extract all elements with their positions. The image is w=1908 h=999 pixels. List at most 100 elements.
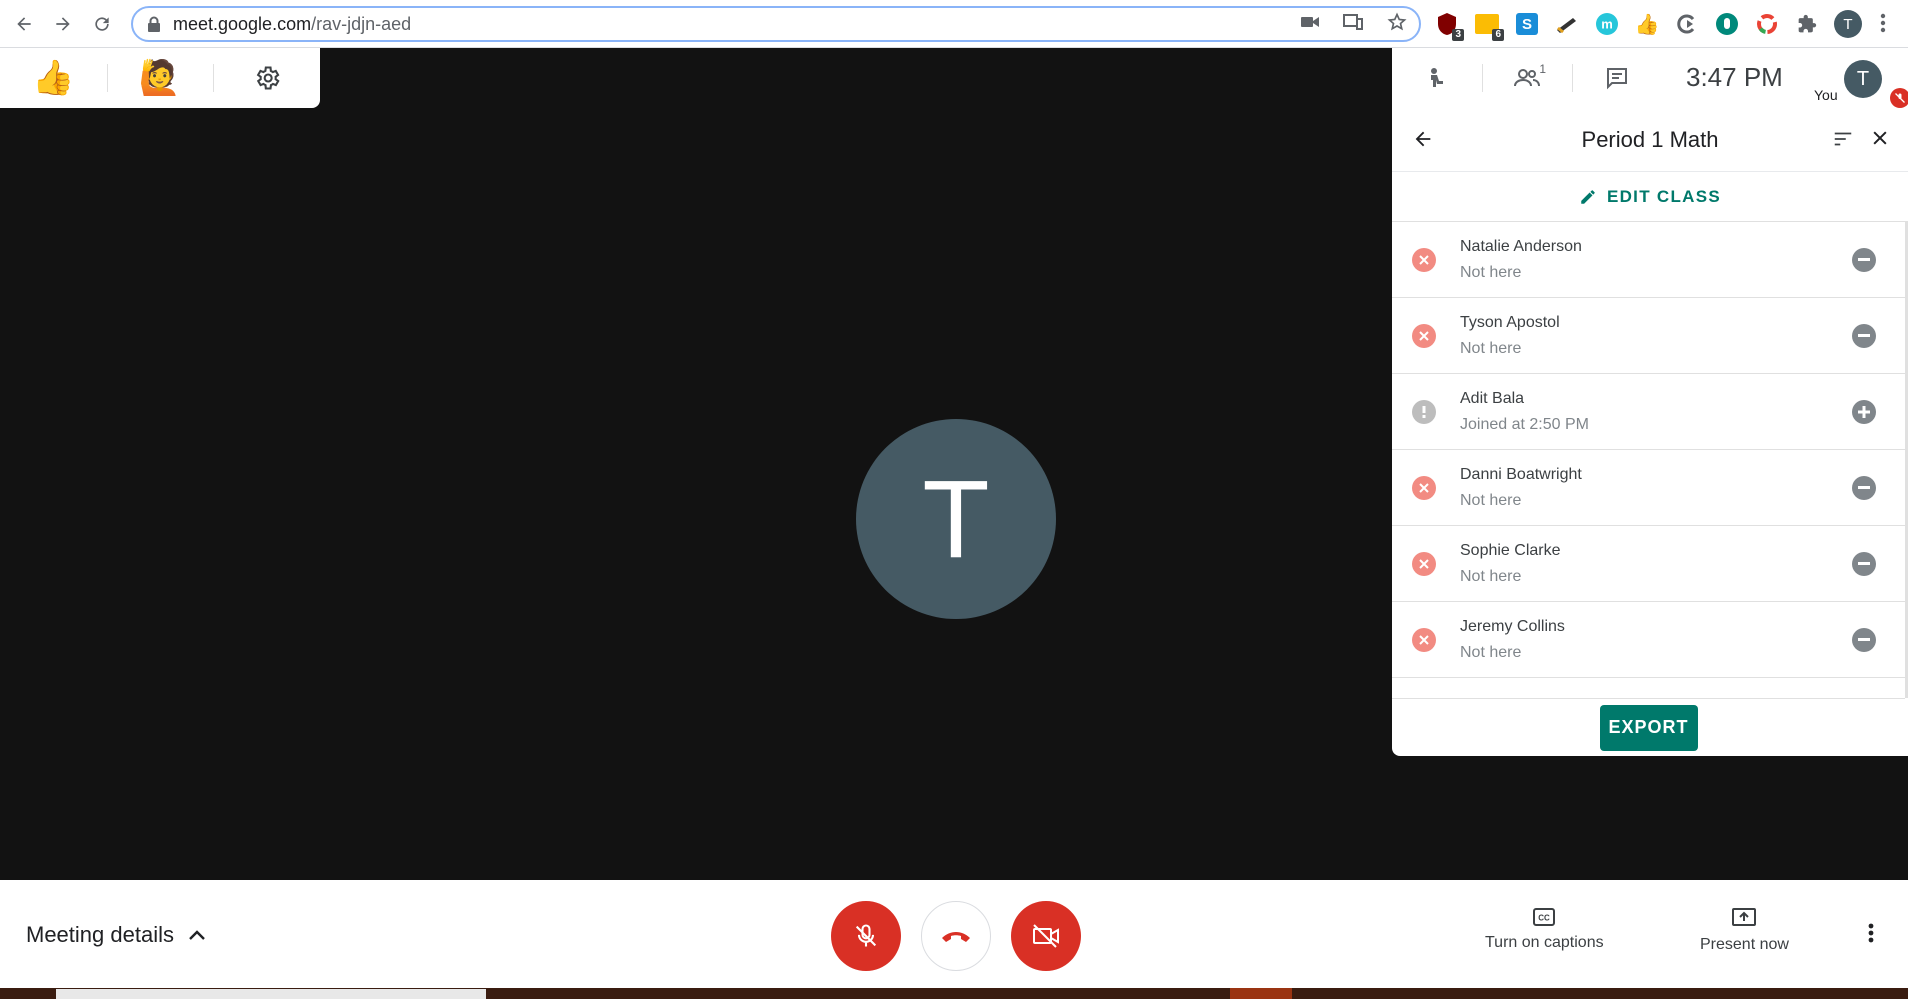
forward-button[interactable] [48,9,78,39]
url-path: /rav-jdjn-aed [311,13,412,34]
ring-extension[interactable] [1752,9,1782,39]
browser-menu-button[interactable] [1880,12,1886,39]
captions-label: Turn on captions [1485,934,1604,951]
remove-student-button[interactable] [1852,552,1876,576]
m-logo-icon: m [1596,13,1618,35]
thumbs-extension[interactable]: 👍 [1632,9,1662,39]
leave-call-button[interactable] [921,901,991,971]
attendance-icon [1431,68,1443,87]
clock: 3:47 PM [1686,62,1783,92]
people-button[interactable]: 1 [1482,48,1572,108]
settings-button[interactable] [213,48,320,108]
puzzle-icon [1798,14,1817,33]
os-taskbar [0,988,1908,999]
hang-up-icon [942,932,970,942]
raise-hand-icon: 🙋 [138,59,182,97]
class-title: Period 1 Math [1581,127,1719,152]
student-status: Joined at 2:50 PM [1460,416,1589,433]
meeting-details-button[interactable]: Meeting details [26,922,206,948]
self-muted-indicator [1890,88,1908,108]
absent-status-icon [1412,628,1436,652]
bookmark-star-icon[interactable] [1387,11,1407,37]
sort-button[interactable] [1832,128,1854,155]
minus-icon [1858,638,1870,641]
student-status: Not here [1460,340,1522,357]
ext-badge: 3 [1452,29,1464,41]
student-row: Natalie Anderson Not here [1392,222,1905,298]
reload-button[interactable] [87,9,117,39]
present-label: Present now [1700,936,1789,953]
student-name: Jeremy Collins [1460,618,1565,635]
student-row: Danni Boatwright Not here [1392,450,1905,526]
student-row: Tyson Apostol Not here [1392,298,1905,374]
student-row: Jeremy Collins Not here [1392,602,1905,678]
taskbar-app-segment[interactable] [1230,988,1292,999]
export-footer: EXPORT [1392,698,1905,756]
self-avatar[interactable]: T [1844,60,1882,98]
back-button[interactable] [9,9,39,39]
chevron-up-icon [189,930,205,940]
present-now-button[interactable]: Present now [1700,908,1789,954]
thumbs-up-button[interactable]: 👍 [0,48,107,108]
ublock-extension[interactable]: 3 [1432,9,1464,41]
loop-extension[interactable] [1672,9,1702,39]
participant-count: 1 [1539,62,1546,76]
extensions-menu[interactable] [1792,9,1822,39]
s-extension[interactable]: S [1512,9,1542,39]
minus-icon [1858,486,1870,489]
remove-student-button[interactable] [1852,476,1876,500]
address-bar[interactable]: meet.google.com/rav-jdjn-aed [131,6,1421,42]
cast-icon[interactable] [1343,13,1363,35]
raise-hand-button[interactable]: 🙋 [106,48,214,108]
add-student-button[interactable] [1852,400,1876,424]
edit-class-button[interactable]: EDIT CLASS [1392,172,1908,222]
remove-student-button[interactable] [1852,324,1876,348]
keep-extension[interactable]: 6 [1472,9,1504,41]
close-icon [1873,131,1887,145]
student-name: Natalie Anderson [1460,238,1582,255]
student-row: Adit Bala Joined at 2:50 PM [1392,374,1905,450]
taskbar-search-segment[interactable] [56,989,486,999]
hand-icon [1716,13,1738,35]
student-roster[interactable]: Natalie Anderson Not here Tyson Apostol … [1392,222,1908,698]
absent-status-icon [1412,552,1436,576]
student-row: Sophie Clarke Not here [1392,526,1905,602]
remove-student-button[interactable] [1852,628,1876,652]
reaction-toolbar: 👍 🙋 [0,48,320,108]
export-button[interactable]: EXPORT [1599,704,1698,751]
url-text: meet.google.com/rav-jdjn-aed [173,14,411,35]
camera-toggle-button[interactable] [1011,901,1081,971]
attendance-button[interactable] [1392,48,1482,108]
mic-off-icon [1895,93,1905,103]
lock-icon [147,16,161,32]
people-icon [1514,69,1540,87]
thumbs-up-icon: 👍 [1634,13,1660,36]
hand-extension[interactable] [1712,9,1742,39]
browser-toolbar: meet.google.com/rav-jdjn-aed 3 6 S m 👍 T [0,0,1908,48]
panel-close-button[interactable] [1870,128,1890,153]
chat-button[interactable] [1572,48,1662,108]
student-status: Not here [1460,492,1522,509]
microphone-toggle-button[interactable] [831,901,901,971]
ext-badge: 6 [1492,29,1504,41]
camera-indicator-icon[interactable] [1301,15,1319,34]
absent-status-icon [1412,248,1436,272]
gear-icon [256,66,280,90]
minus-icon [1858,258,1870,261]
browser-profile-avatar[interactable]: T [1834,10,1862,38]
m-extension[interactable]: m [1592,9,1622,39]
more-options-button[interactable] [1868,922,1874,949]
chat-icon [1607,68,1627,90]
more-vert-icon [1868,923,1874,943]
remove-student-button[interactable] [1852,248,1876,272]
student-name: Adit Bala [1460,390,1525,407]
ring-icon [1757,14,1777,34]
svg-text:CC: CC [1539,914,1551,923]
svg-text:S: S [1522,16,1532,33]
captions-button[interactable]: CC Turn on captions [1485,908,1604,952]
camera-off-icon [1033,924,1059,948]
loop-icon [1677,14,1695,34]
pen-extension[interactable] [1552,9,1582,39]
attendance-panel: 1 3:47 PM You T Period 1 Math EDIT CLASS [1392,48,1908,756]
extensions-bar: 3 6 S m 👍 [1432,8,1822,41]
